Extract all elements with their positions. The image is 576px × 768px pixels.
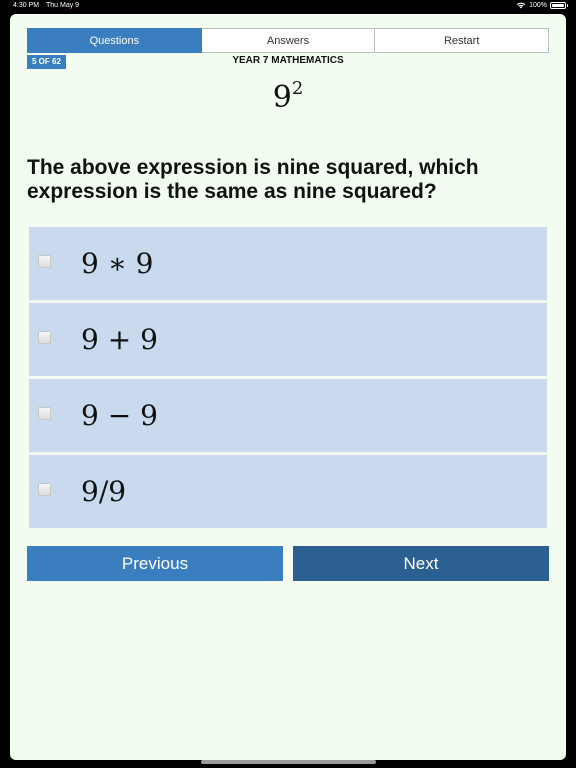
answer-text: 9 ∗ 9 xyxy=(81,247,154,280)
tab-bar: Questions Answers Restart xyxy=(27,28,550,53)
answer-checkbox[interactable] xyxy=(38,483,51,496)
answer-text: 9 + 9 xyxy=(81,323,158,356)
previous-button[interactable]: Previous xyxy=(27,546,283,581)
answer-text: 9 − 9 xyxy=(81,399,158,432)
status-indicators: 100% xyxy=(516,1,568,9)
math-expression: 92 xyxy=(10,78,566,115)
battery-percent: 100% xyxy=(529,1,547,9)
answer-checkbox[interactable] xyxy=(38,255,51,268)
tab-questions[interactable]: Questions xyxy=(27,28,202,53)
wifi-icon xyxy=(516,2,526,9)
device-screen: 4:30 PM Thu May 9 100% Questions Answers… xyxy=(0,0,576,768)
answer-checkbox[interactable] xyxy=(38,331,51,344)
battery-icon xyxy=(550,1,568,9)
expression-base: 9 xyxy=(272,80,292,115)
next-button[interactable]: Next xyxy=(293,546,549,581)
navigation-buttons: Previous Next xyxy=(27,546,549,581)
status-time: 4:30 PM xyxy=(13,2,40,9)
answer-checkbox[interactable] xyxy=(38,407,51,420)
question-text: The above expression is nine squared, wh… xyxy=(27,156,479,203)
status-date: Thu May 9 xyxy=(46,2,80,9)
answer-list: 9 ∗ 9 9 + 9 9 − 9 9/9 xyxy=(29,227,547,531)
expression-exponent: 2 xyxy=(291,78,304,99)
tab-answers[interactable]: Answers xyxy=(201,28,376,53)
tab-restart[interactable]: Restart xyxy=(375,28,550,53)
answer-option-2[interactable]: 9 + 9 xyxy=(29,303,547,376)
answer-option-3[interactable]: 9 − 9 xyxy=(29,379,547,452)
home-indicator[interactable] xyxy=(201,760,376,764)
answer-text: 9/9 xyxy=(81,475,127,508)
subject-title: YEAR 7 MATHEMATICS xyxy=(232,55,344,66)
quiz-app: Questions Answers Restart YEAR 7 MATHEMA… xyxy=(10,14,566,760)
status-bar: 4:30 PM Thu May 9 100% xyxy=(0,0,576,12)
answer-option-4[interactable]: 9/9 xyxy=(29,455,547,528)
answer-option-1[interactable]: 9 ∗ 9 xyxy=(29,227,547,300)
question-counter-badge: 5 OF 62 xyxy=(27,55,66,69)
